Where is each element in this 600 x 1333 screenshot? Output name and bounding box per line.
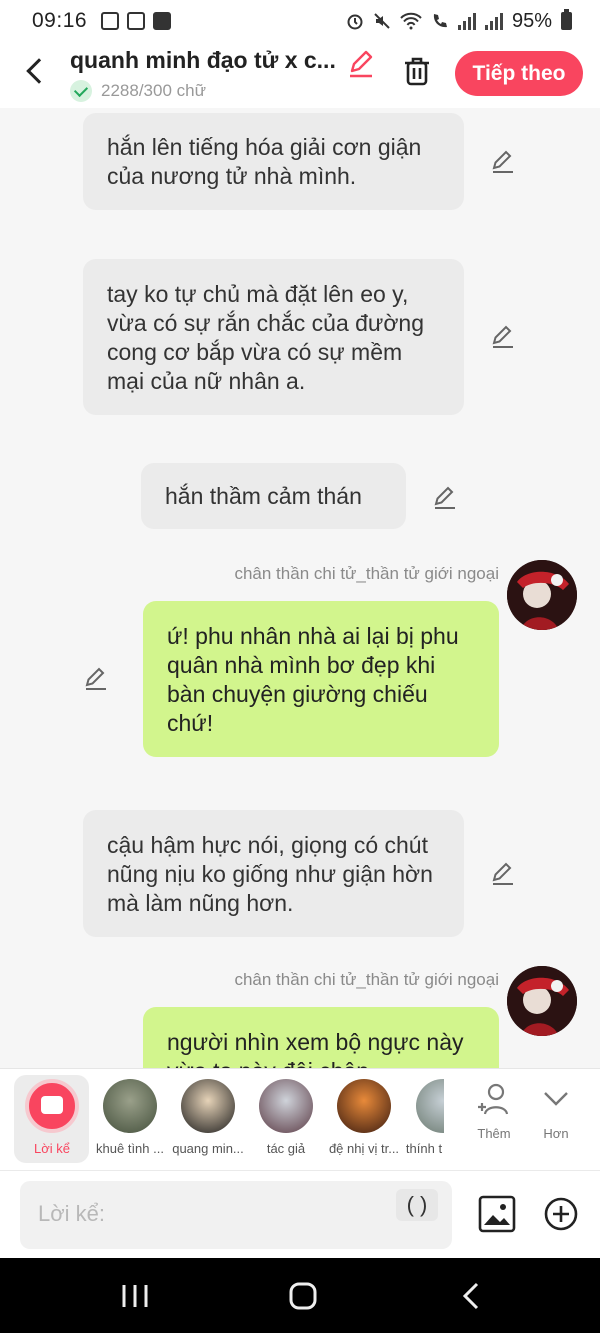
mute-icon: [374, 13, 390, 29]
status-time: 09:16: [32, 9, 88, 32]
edit-message-icon[interactable]: [490, 860, 516, 886]
edit-message-icon[interactable]: [432, 484, 458, 510]
sender-name: chân thần chi tử_thần tử giới ngoại: [234, 564, 499, 583]
edit-message-icon[interactable]: [83, 665, 109, 691]
character-chip[interactable]: đệ nhị vị tr...: [326, 1075, 402, 1163]
wifi-icon: [400, 12, 422, 30]
next-button[interactable]: Tiếp theo: [455, 51, 583, 96]
status-bar: 09:16 95%: [0, 0, 600, 42]
character-chip[interactable]: thính t: [404, 1075, 444, 1163]
character-avatar[interactable]: [507, 560, 577, 630]
recent-apps-icon[interactable]: [120, 1283, 150, 1309]
narration-bubble[interactable]: hắn lên tiếng hóa giải cơn giận của nươn…: [83, 113, 464, 210]
image-icon[interactable]: [478, 1195, 516, 1233]
parenthesis-button[interactable]: ( ): [396, 1189, 438, 1221]
narration-bubble[interactable]: tay ko tự chủ mà đặt lên eo y, vừa có sự…: [83, 259, 464, 415]
sender-name: chân thần chi tử_thần tử giới ngoại: [234, 970, 499, 989]
chevron-down-icon: [544, 1092, 568, 1106]
trash-icon[interactable]: [401, 55, 433, 87]
more-button[interactable]: Hơn: [526, 1081, 586, 1141]
add-circle-icon[interactable]: [543, 1196, 579, 1232]
message-input[interactable]: Lời kể:: [20, 1181, 452, 1249]
signal-icon: [457, 12, 476, 30]
gallery-notification-icon: [101, 12, 120, 30]
header: quanh minh đạo tử x c... 2288/300 chữ Ti…: [0, 42, 600, 108]
character-chip[interactable]: tác giả: [248, 1075, 324, 1163]
youtube-notification-icon: [153, 12, 172, 30]
character-bubble[interactable]: ứ! phu nhân nhà ai lại bị phu quân nhà m…: [143, 601, 499, 757]
battery-icon: [561, 9, 572, 30]
edit-message-icon[interactable]: [490, 148, 516, 174]
battery-text: 95%: [511, 9, 552, 32]
alarm-icon: [347, 14, 363, 30]
character-avatar: [416, 1079, 444, 1133]
add-character-button[interactable]: Thêm: [464, 1081, 524, 1141]
story-title[interactable]: quanh minh đạo tử x c...: [70, 47, 342, 74]
character-avatar: [103, 1079, 157, 1133]
back-nav-icon[interactable]: [460, 1281, 482, 1311]
system-nav-bar: [0, 1258, 600, 1333]
character-chip[interactable]: quang min...: [170, 1075, 246, 1163]
character-avatar: [259, 1079, 313, 1133]
back-icon[interactable]: [22, 56, 48, 86]
app-notification-icon: [127, 12, 146, 30]
character-avatar: [337, 1079, 391, 1133]
signal-2-icon: [484, 12, 503, 30]
narration-bubble[interactable]: hắn thầm cảm thán: [141, 463, 406, 529]
edit-message-icon[interactable]: [490, 323, 516, 349]
character-chip[interactable]: khuê tình ...: [92, 1075, 168, 1163]
input-bar: Lời kể: ( ): [0, 1170, 600, 1258]
character-chip-narration[interactable]: Lời kể: [14, 1075, 89, 1163]
edit-title-icon[interactable]: [346, 49, 376, 79]
chat-area[interactable]: hắn lên tiếng hóa giải cơn giận của nươn…: [0, 108, 600, 1068]
home-icon[interactable]: [288, 1281, 318, 1311]
call-icon: [433, 14, 447, 28]
add-user-icon: [478, 1083, 509, 1115]
narration-bubble[interactable]: cậu hậm hực nói, giọng có chút nũng nịu …: [83, 810, 464, 937]
character-strip: Lời kể khuê tình ... quang min... tác gi…: [0, 1068, 600, 1170]
character-bubble[interactable]: người nhìn xem bộ ngực này vừa to này đô…: [143, 1007, 499, 1068]
word-count: 2288/300 chữ: [101, 81, 206, 100]
character-avatar[interactable]: [507, 966, 577, 1036]
narration-icon: [24, 1079, 79, 1133]
character-avatar: [181, 1079, 235, 1133]
check-icon: [70, 80, 92, 102]
